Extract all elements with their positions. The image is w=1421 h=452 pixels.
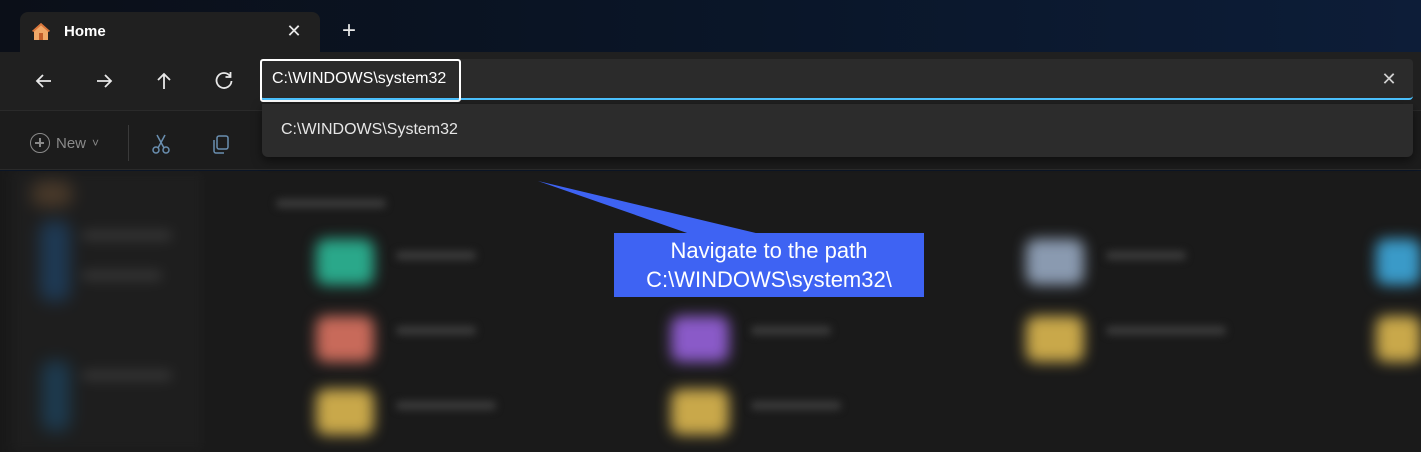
tab-close-icon[interactable]: ✕ bbox=[284, 20, 304, 42]
chevron-down-icon: ˅ bbox=[92, 136, 100, 150]
refresh-icon bbox=[215, 72, 233, 89]
content-area bbox=[0, 171, 1421, 452]
clear-icon[interactable]: ✕ bbox=[1379, 69, 1399, 89]
file-explorer-window: Home ✕ + ✕ New ˅ bbox=[0, 0, 1421, 452]
copy-button[interactable] bbox=[210, 133, 232, 155]
callout-line-2: C:\WINDOWS\system32\ bbox=[646, 267, 892, 292]
instruction-callout: Navigate to the path C:\WINDOWS\system32… bbox=[614, 233, 924, 297]
arrow-left-icon bbox=[35, 74, 51, 88]
toolbar-divider bbox=[128, 125, 129, 161]
cut-button[interactable] bbox=[150, 133, 172, 155]
tab-home[interactable]: Home ✕ bbox=[20, 12, 320, 52]
new-label: New bbox=[56, 134, 87, 152]
address-suggestions: C:\WINDOWS\System32 bbox=[262, 104, 1413, 157]
tab-strip: Home ✕ + bbox=[0, 0, 1421, 52]
navigation-pane bbox=[12, 171, 204, 452]
callout-line-1: Navigate to the path bbox=[670, 238, 868, 263]
home-content bbox=[206, 171, 1421, 452]
suggestion-item[interactable]: C:\WINDOWS\System32 bbox=[281, 121, 458, 139]
back-button[interactable] bbox=[30, 68, 58, 94]
copy-icon bbox=[213, 135, 229, 154]
up-button[interactable] bbox=[150, 68, 178, 94]
address-bar[interactable]: ✕ bbox=[260, 59, 1413, 102]
refresh-button[interactable] bbox=[210, 68, 238, 94]
arrow-right-icon bbox=[97, 74, 113, 88]
arrow-up-icon bbox=[157, 72, 171, 89]
address-text-highlight bbox=[260, 59, 461, 102]
new-tab-button[interactable]: + bbox=[338, 19, 360, 43]
forward-button[interactable] bbox=[90, 68, 118, 94]
tab-title: Home bbox=[64, 23, 106, 40]
add-circle-icon bbox=[30, 133, 50, 153]
navigation-bar: ✕ bbox=[0, 52, 1421, 110]
scissors-icon bbox=[152, 134, 170, 154]
home-icon bbox=[31, 22, 51, 42]
new-button[interactable]: New ˅ bbox=[30, 132, 99, 154]
